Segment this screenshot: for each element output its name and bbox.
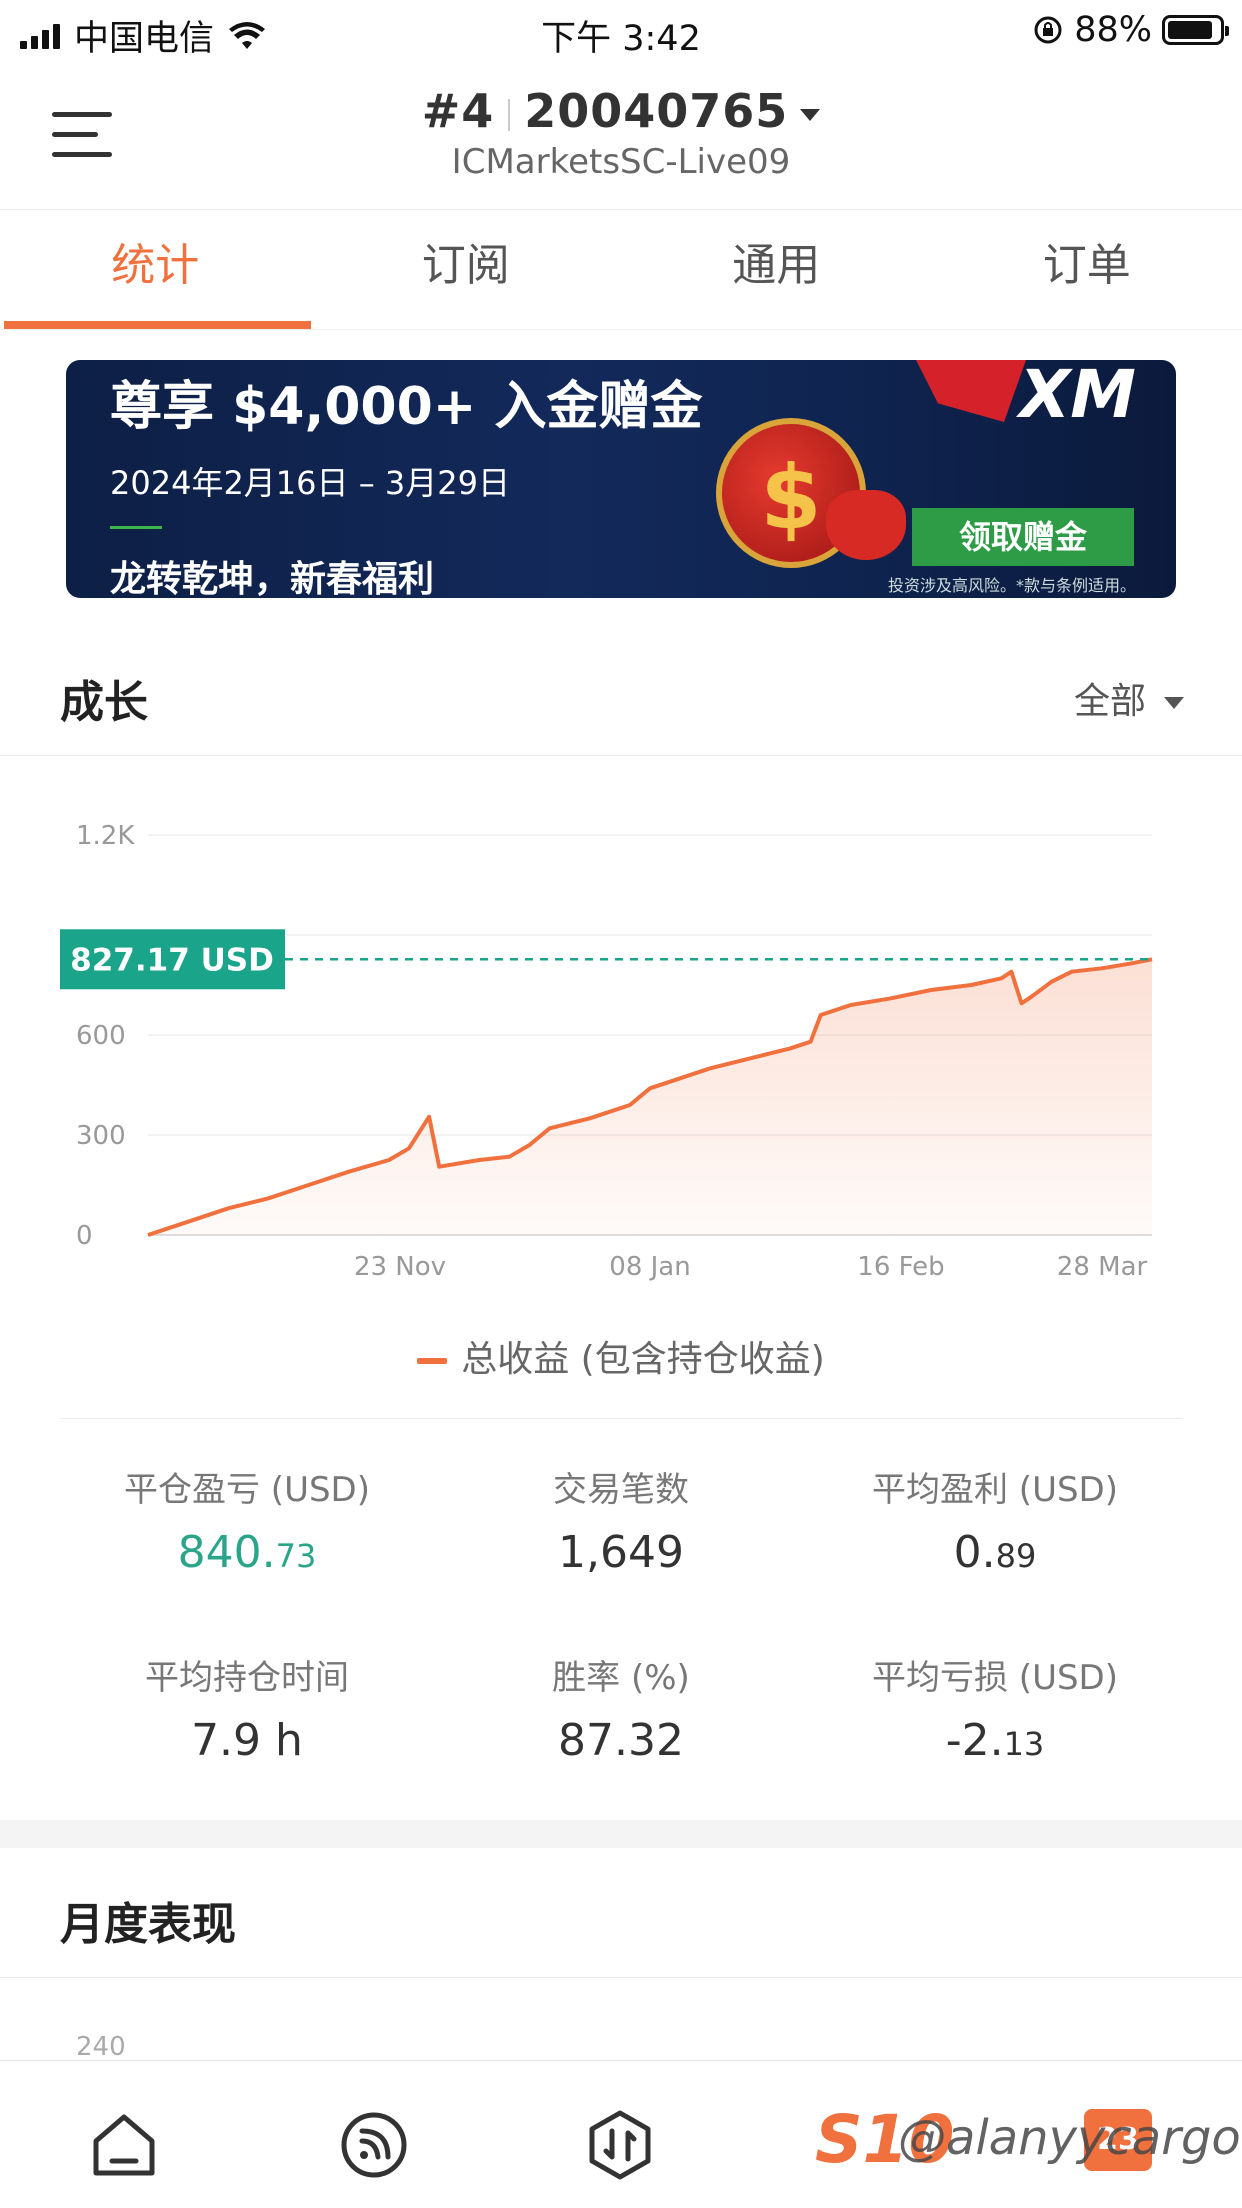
watermark: @alanyycargo <box>898 2110 1241 2166</box>
stat-label: 胜率 (%) <box>552 1658 690 1698</box>
divider <box>60 1418 1182 1419</box>
stat-win-rate: 胜率 (%) 87.32 <box>414 1650 828 1766</box>
pouch-illustration <box>826 490 906 560</box>
stat-avg-profit: 平均盈利 (USD) 0.89 <box>788 1462 1202 1578</box>
stat-label: 平仓盈亏 (USD) <box>124 1470 370 1510</box>
tab-general[interactable]: 通用 <box>621 210 932 329</box>
stat-label: 交易笔数 <box>553 1470 689 1510</box>
y-tick-label: 600 <box>76 1021 126 1051</box>
monthly-title: 月度表现 <box>60 1899 236 1950</box>
rotation-lock-icon <box>1034 16 1062 44</box>
stat-trade-count: 交易笔数 1,649 <box>414 1462 828 1578</box>
stat-value-int: 1,649 <box>558 1527 684 1578</box>
section-gap <box>0 1820 1242 1848</box>
stat-value: 87.32 <box>414 1715 828 1766</box>
home-icon <box>93 2114 155 2176</box>
series-area <box>148 959 1152 1235</box>
x-tick-label: 28 Mar <box>1057 1252 1148 1282</box>
period-filter[interactable]: 全部 <box>1074 672 1184 724</box>
trade-icon <box>589 2110 651 2180</box>
battery-icon <box>1162 15 1229 45</box>
stat-value: 0.89 <box>788 1527 1202 1578</box>
tab-statistics[interactable]: 统计 <box>0 210 311 329</box>
y-tick-label: 1.2K <box>76 821 135 851</box>
stat-value: 1,649 <box>414 1527 828 1578</box>
feed-icon <box>341 2112 407 2178</box>
monthly-axis-tick: 240 <box>76 2032 126 2062</box>
account-selector[interactable]: #4 20040765 ICMarketsSC-Live09 <box>0 84 1242 182</box>
stat-value-int: 0. <box>953 1527 996 1578</box>
growth-chart: 0 300 600 1.2K 23 Nov 08 Jan 16 Feb 28 Mar 827.… <box>60 821 1153 1282</box>
stat-label: 平均持仓时间 <box>145 1658 349 1698</box>
account-id: 20040765 <box>524 84 789 138</box>
app-screen: 中国电信 下午 3:42 88% #4 20040765 ICMarketsSC… <box>0 0 1242 2208</box>
app-header: #4 20040765 ICMarketsSC-Live09 <box>0 62 1242 210</box>
banner-date: 2024年2月16日 – 3月29日 <box>110 464 510 502</box>
x-tick-label: 16 Feb <box>857 1252 944 1282</box>
xm-logo: XM <box>1019 360 1136 433</box>
promo-banner[interactable]: 尊享 $4,000+ 入金赠金 2024年2月16日 – 3月29日 龙转乾坤，… <box>66 360 1176 598</box>
monthly-header: 月度表现 <box>0 1848 1242 1978</box>
stat-value: -2.13 <box>788 1715 1202 1766</box>
stat-value-dec: 89 <box>995 1537 1037 1575</box>
chevron-down-icon <box>800 108 821 121</box>
account-server: ICMarketsSC-Live09 <box>451 142 791 182</box>
banner-title: 尊享 $4,000+ 入金赠金 <box>110 377 703 437</box>
nav-home[interactable] <box>84 2105 164 2185</box>
stat-value-dec: 13 <box>1003 1725 1045 1763</box>
legend-swatch <box>417 1358 448 1364</box>
stat-avg-loss: 平均亏损 (USD) -2.13 <box>788 1650 1202 1766</box>
stat-closed-pnl: 平仓盈亏 (USD) 840.73 <box>40 1462 454 1578</box>
banner-disclaimer: 投资涉及高风险。*款与条例适用。 <box>887 576 1136 595</box>
chart-legend: 总收益 (包含持仓收益) <box>0 1330 1242 1382</box>
x-tick-label: 08 Jan <box>609 1252 690 1282</box>
status-right: 88% <box>1032 10 1229 50</box>
xm-flag-icon <box>916 360 1026 422</box>
battery-percent: 88% <box>1074 10 1152 50</box>
account-title[interactable]: #4 20040765 <box>0 84 1242 138</box>
period-filter-label: 全部 <box>1073 681 1146 722</box>
stat-avg-hold-time: 平均持仓时间 7.9 h <box>40 1650 454 1766</box>
stat-value: 7.9 h <box>40 1715 454 1766</box>
y-tick-label: 0 <box>76 1221 93 1251</box>
stat-value-dec: 73 <box>275 1537 317 1575</box>
stat-value: 840.73 <box>40 1527 454 1578</box>
stat-value-int: -2. <box>945 1715 1004 1766</box>
y-tick-label: 300 <box>76 1121 126 1151</box>
claim-bonus-button[interactable]: 领取赠金 <box>912 508 1134 566</box>
legend-label: 总收益 (包含持仓收益) <box>461 1339 825 1380</box>
current-value-label: 827.17 USD <box>70 942 274 978</box>
chevron-down-icon <box>1164 697 1184 709</box>
stat-label: 平均亏损 (USD) <box>872 1658 1118 1698</box>
stat-label: 平均盈利 (USD) <box>872 1470 1118 1510</box>
tab-orders[interactable]: 订单 <box>932 210 1242 329</box>
account-number: #4 <box>421 84 495 138</box>
nav-trade[interactable] <box>580 2105 660 2185</box>
x-tick-label: 23 Nov <box>354 1252 446 1282</box>
stat-value-int: 87.32 <box>558 1715 684 1766</box>
stats-grid: 平仓盈亏 (USD) 840.73 交易笔数 1,649 平均盈利 (USD) … <box>0 1440 1242 1800</box>
tab-bar: 统计 订阅 通用 订单 <box>0 210 1242 330</box>
growth-header: 成长 全部 <box>0 626 1242 756</box>
stat-value-int: 7.9 h <box>191 1715 303 1766</box>
growth-title: 成长 <box>60 677 148 728</box>
status-bar: 中国电信 下午 3:42 88% <box>0 0 1242 62</box>
stat-value-int: 840. <box>177 1527 276 1578</box>
banner-slogan: 龙转乾坤，新春福利 <box>110 559 435 598</box>
nav-feed[interactable] <box>334 2105 414 2185</box>
banner-divider <box>110 526 162 529</box>
tab-subscribe[interactable]: 订阅 <box>311 210 622 329</box>
